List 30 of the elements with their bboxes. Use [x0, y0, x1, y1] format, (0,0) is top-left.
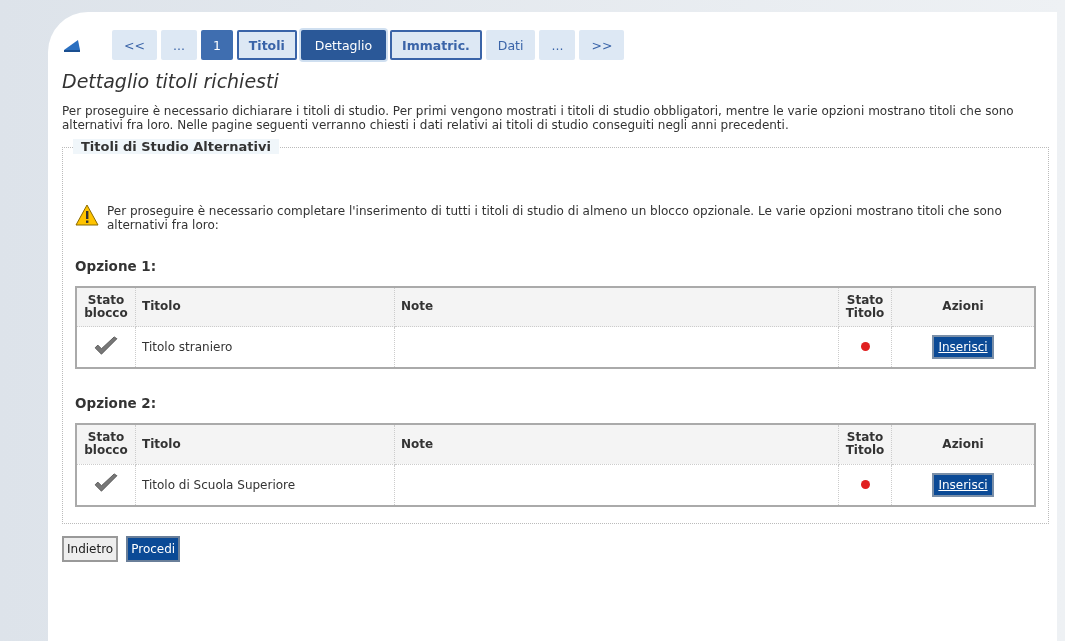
column-header: Stato Titolo: [838, 424, 892, 465]
step-tab[interactable]: Dati: [485, 30, 536, 60]
warning-icon: [75, 203, 99, 226]
step-tab[interactable]: Immatric.: [390, 30, 482, 60]
step-tab[interactable]: >>: [579, 30, 625, 60]
column-header: Azioni: [891, 286, 1035, 327]
step-tab[interactable]: ...: [539, 30, 576, 60]
step-tab[interactable]: Titoli: [236, 30, 297, 60]
column-header: Note: [394, 286, 839, 327]
step-tab[interactable]: Dettaglio: [300, 30, 387, 60]
option-heading: Opzione 1:: [75, 257, 158, 274]
intro-text: Per proseguire è necessario dichiarare i titoli di studio. Per primi vengono mostrati i titoli di studio obbligatori, mentre le varie opzioni mostrano titoli che sono alternativi fra loro. Nelle pagine seguenti verranno chiesti i dati relativi ai titoli di studio conseguiti negli anni precedenti.: [62, 104, 1015, 133]
warning-text: Per proseguire è necessario completare l'inserimento di tutti i titoli di studio di almeno un blocco opzionale. Le varie opzioni mostrano titoli che sono alternativi fra loro:: [107, 203, 1003, 232]
option-heading: Opzione 2:: [75, 395, 158, 412]
column-header: Titolo: [135, 424, 395, 465]
column-header: Stato Titolo: [838, 286, 892, 327]
step-tab[interactable]: ...: [160, 30, 197, 60]
column-header: Stato blocco: [76, 286, 136, 327]
insert-button[interactable]: Inserisci: [932, 472, 994, 497]
form-button[interactable]: Procedi: [126, 535, 181, 562]
column-header: Stato blocco: [76, 424, 136, 465]
column-header: Azioni: [891, 424, 1035, 465]
section-legend: Titoli di Studio Alternativi: [73, 138, 279, 154]
step-tab[interactable]: <<: [112, 30, 157, 60]
column-header: Titolo: [135, 286, 395, 327]
insert-button[interactable]: Inserisci: [932, 335, 994, 360]
column-header: Note: [394, 424, 839, 465]
form-button[interactable]: Indietro: [62, 535, 119, 562]
step-tab[interactable]: 1: [200, 30, 233, 60]
page-title: Dettaglio titoli richiesti: [62, 70, 280, 92]
